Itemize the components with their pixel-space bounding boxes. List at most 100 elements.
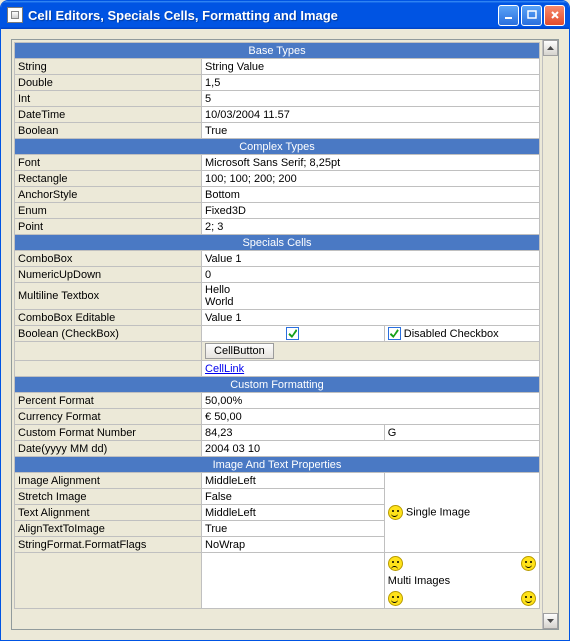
row-value[interactable]: MiddleLeft: [202, 473, 385, 489]
cellbutton-cell: CellButton: [202, 342, 540, 361]
table-row: Rectangle 100; 100; 200; 200: [15, 171, 540, 187]
multiline-cell[interactable]: Hello World: [202, 283, 540, 310]
row-value[interactable]: 2004 03 10: [202, 441, 540, 457]
row-label: NumericUpDown: [15, 267, 202, 283]
multi-images-label: Multi Images: [388, 575, 450, 587]
scroll-down-button[interactable]: [543, 613, 558, 629]
app-window: Cell Editors, Specials Cells, Formatting…: [0, 0, 570, 641]
row-value[interactable]: Microsoft Sans Serif; 8,25pt: [202, 155, 540, 171]
row-label-empty: [15, 342, 202, 361]
row-value[interactable]: Fixed3D: [202, 203, 540, 219]
row-label: Date(yyyy MM dd): [15, 441, 202, 457]
single-image-cell: Single Image: [384, 473, 539, 553]
single-image-label: Single Image: [406, 506, 470, 518]
row-value[interactable]: € 50,00: [202, 409, 540, 425]
multi-image-cell: Multi Images: [384, 553, 539, 609]
row-label: Custom Format Number: [15, 425, 202, 441]
table-row: Boolean True: [15, 123, 540, 139]
combobox-cell[interactable]: Value 1: [202, 251, 540, 267]
smiley-happy-icon: [388, 591, 403, 606]
table-row: Int 5: [15, 91, 540, 107]
row-value[interactable]: True: [202, 521, 385, 537]
app-icon: [7, 7, 23, 23]
table-row: Font Microsoft Sans Serif; 8,25pt: [15, 155, 540, 171]
row-label-empty: [15, 361, 202, 377]
window-buttons: [498, 5, 565, 26]
section-header-format: Custom Formatting: [15, 377, 540, 393]
smiley-happy-icon: [521, 591, 536, 606]
maximize-button[interactable]: [521, 5, 542, 26]
cell-button[interactable]: CellButton: [205, 343, 274, 359]
row-label: Point: [15, 219, 202, 235]
grid-panel: Base Types String String Value Double 1,…: [11, 39, 559, 630]
row-value[interactable]: 50,00%: [202, 393, 540, 409]
cell-link[interactable]: CellLink: [205, 363, 244, 375]
checkbox-icon[interactable]: [286, 327, 299, 340]
row-value[interactable]: NoWrap: [202, 537, 385, 553]
table-row: Multiline Textbox Hello World: [15, 283, 540, 310]
table-row: DateTime 10/03/2004 11.57: [15, 107, 540, 123]
row-label: Image Alignment: [15, 473, 202, 489]
section-header-image: Image And Text Properties: [15, 457, 540, 473]
row-label: AlignTextToImage: [15, 521, 202, 537]
table-row: Percent Format 50,00%: [15, 393, 540, 409]
row-label-empty: [15, 553, 202, 609]
table-row: Date(yyyy MM dd) 2004 03 10: [15, 441, 540, 457]
row-value[interactable]: 100; 100; 200; 200: [202, 171, 540, 187]
numeric-cell[interactable]: 0: [202, 267, 540, 283]
checkbox-cell[interactable]: [202, 326, 385, 342]
row-label: Boolean: [15, 123, 202, 139]
property-grid: Base Types String String Value Double 1,…: [14, 42, 540, 609]
smiley-sad-icon: [388, 556, 403, 571]
close-button[interactable]: [544, 5, 565, 26]
table-row: Multi Images: [15, 553, 540, 609]
table-row: Custom Format Number 84,23 G: [15, 425, 540, 441]
row-value[interactable]: Bottom: [202, 187, 540, 203]
table-row: ComboBox Value 1: [15, 251, 540, 267]
checkbox-disabled-icon: [388, 327, 401, 340]
section-header-base: Base Types: [15, 43, 540, 59]
row-value[interactable]: True: [202, 123, 540, 139]
window-title: Cell Editors, Specials Cells, Formatting…: [28, 8, 498, 23]
table-row: Double 1,5: [15, 75, 540, 91]
row-label: Double: [15, 75, 202, 91]
section-header-specials: Specials Cells: [15, 235, 540, 251]
row-label: Multiline Textbox: [15, 283, 202, 310]
table-row: Boolean (CheckBox) Disabled Checkbox: [15, 326, 540, 342]
table-row: Enum Fixed3D: [15, 203, 540, 219]
row-value-empty: [202, 553, 385, 609]
row-value[interactable]: String Value: [202, 59, 540, 75]
row-label: Boolean (CheckBox): [15, 326, 202, 342]
combo-editable-cell[interactable]: Value 1: [202, 310, 540, 326]
row-value[interactable]: 10/03/2004 11.57: [202, 107, 540, 123]
table-row: CellLink: [15, 361, 540, 377]
row-extra[interactable]: G: [384, 425, 539, 441]
titlebar[interactable]: Cell Editors, Specials Cells, Formatting…: [1, 1, 569, 29]
row-value[interactable]: 2; 3: [202, 219, 540, 235]
row-label: Stretch Image: [15, 489, 202, 505]
table-row: ComboBox Editable Value 1: [15, 310, 540, 326]
celllink-cell: CellLink: [202, 361, 540, 377]
scroll-up-button[interactable]: [543, 40, 558, 56]
row-label: Font: [15, 155, 202, 171]
row-value[interactable]: MiddleLeft: [202, 505, 385, 521]
table-row: Image Alignment MiddleLeft Single Image: [15, 473, 540, 489]
row-value[interactable]: 5: [202, 91, 540, 107]
row-label: Enum: [15, 203, 202, 219]
table-row: Point 2; 3: [15, 219, 540, 235]
disabled-checkbox-label: Disabled Checkbox: [404, 328, 499, 340]
minimize-button[interactable]: [498, 5, 519, 26]
row-label: StringFormat.FormatFlags: [15, 537, 202, 553]
table-row: String String Value: [15, 59, 540, 75]
row-value[interactable]: 1,5: [202, 75, 540, 91]
grid-wrap: Base Types String String Value Double 1,…: [12, 40, 542, 629]
vertical-scrollbar[interactable]: [542, 40, 558, 629]
table-row: CellButton: [15, 342, 540, 361]
row-label: String: [15, 59, 202, 75]
row-value[interactable]: 84,23: [202, 425, 385, 441]
row-label: ComboBox Editable: [15, 310, 202, 326]
row-label: AnchorStyle: [15, 187, 202, 203]
row-value[interactable]: False: [202, 489, 385, 505]
smiley-happy-icon: [521, 556, 536, 571]
smiley-happy-icon: [388, 505, 403, 520]
